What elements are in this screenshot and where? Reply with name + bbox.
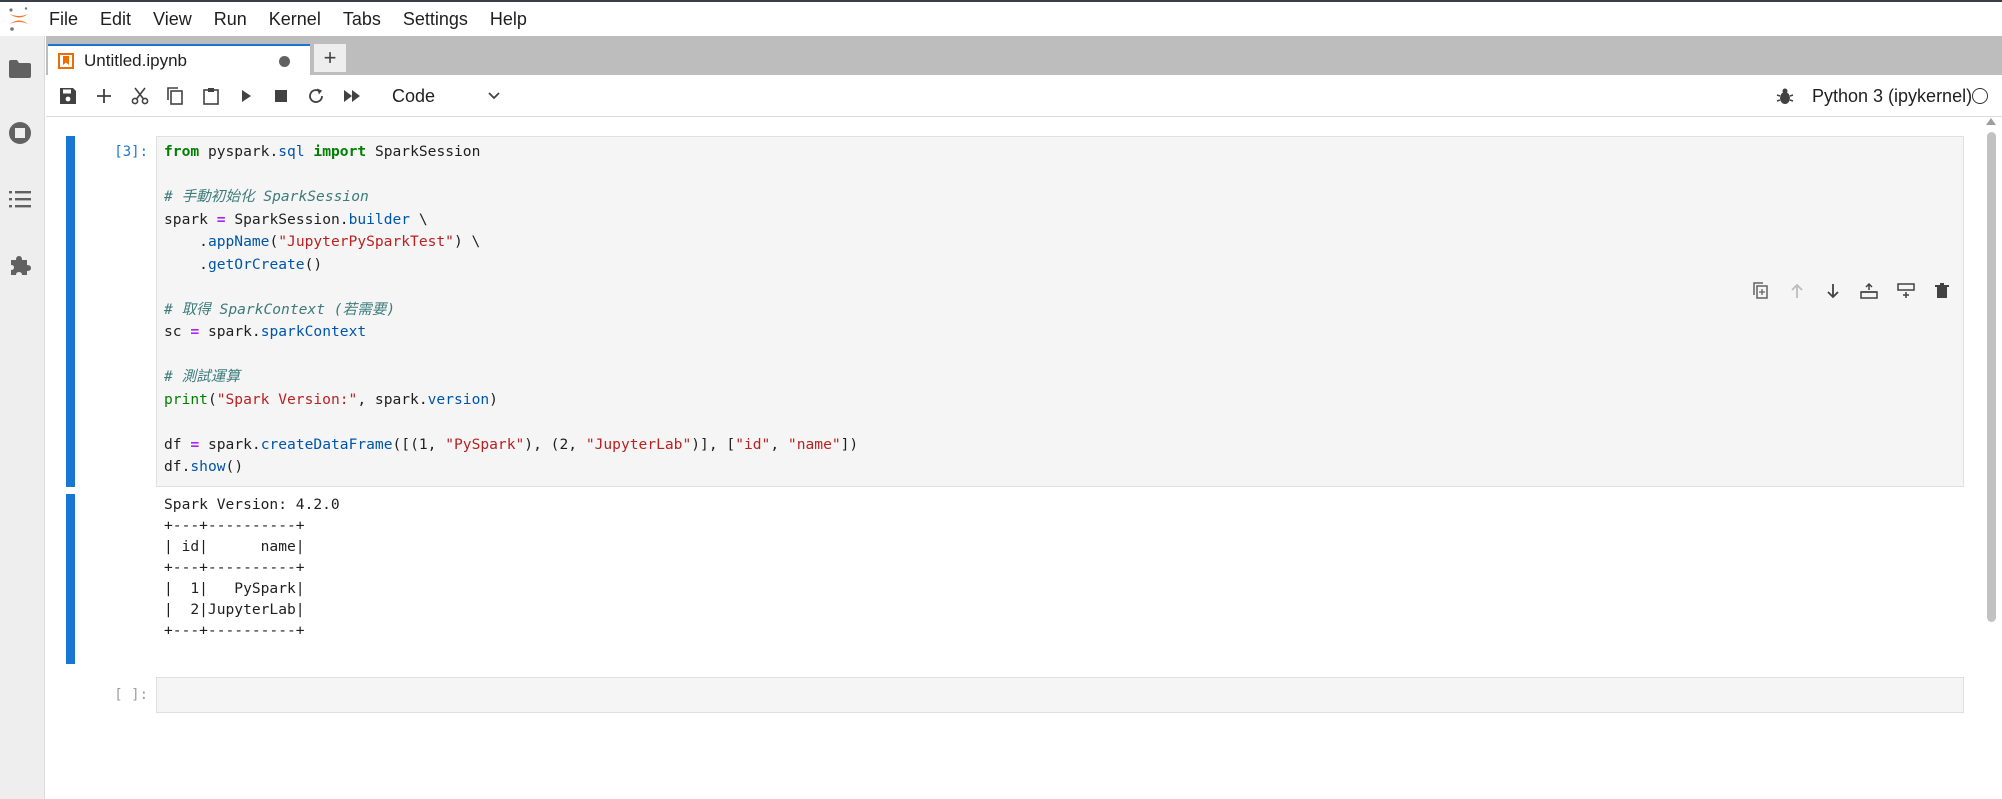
code-line: sc = spark.sparkContext	[164, 323, 367, 340]
menu-file[interactable]: File	[38, 2, 89, 36]
extension-icon[interactable]	[7, 252, 33, 278]
tab-title: Untitled.ipynb	[84, 50, 188, 70]
jupyter-logo-icon	[0, 2, 38, 36]
notebook-icon	[58, 52, 74, 69]
kernel-status-idle-icon	[1972, 88, 1988, 104]
menu-tabs[interactable]: Tabs	[332, 2, 392, 36]
menu-help[interactable]: Help	[479, 2, 538, 36]
tab-bar: Untitled.ipynb +	[46, 36, 2002, 75]
save-button[interactable]	[56, 84, 80, 108]
copy-icon	[167, 87, 183, 105]
code-editor-content[interactable]: from pyspark.sql import SparkSession # 手…	[164, 141, 858, 479]
tab-untitled-notebook[interactable]: Untitled.ipynb	[48, 44, 310, 75]
menu-edit[interactable]: Edit	[89, 2, 142, 36]
run-button[interactable]	[234, 84, 258, 108]
menu-kernel[interactable]: Kernel	[258, 2, 332, 36]
notebook-toolbar: Code Python 3 (ipykernel)	[46, 75, 2002, 117]
code-line: .appName("JupyterPySparkTest") \	[164, 233, 481, 250]
plus-icon	[97, 89, 111, 103]
refresh-icon	[309, 88, 323, 103]
move-up-icon[interactable]	[1786, 280, 1808, 302]
stop-icon	[275, 90, 287, 102]
save-icon	[60, 88, 76, 104]
scroll-up-arrow-icon[interactable]	[1986, 118, 1996, 125]
interrupt-button[interactable]	[269, 84, 293, 108]
running-icon[interactable]	[7, 120, 33, 146]
scrollbar-thumb[interactable]	[1987, 132, 1996, 622]
play-icon	[242, 90, 251, 102]
restart-run-all-button[interactable]	[340, 84, 364, 108]
chevron-down-icon[interactable]	[486, 87, 502, 103]
kernel-name[interactable]: Python 3 (ipykernel)	[1812, 84, 1972, 108]
copy-button[interactable]	[163, 84, 187, 108]
insert-above-icon[interactable]	[1858, 280, 1880, 302]
code-line: # 測試運算	[164, 368, 240, 385]
code-line: from pyspark.sql import SparkSession	[164, 143, 481, 160]
code-line: print("Spark Version:", spark.version)	[164, 390, 498, 408]
code-line: spark = SparkSession.builder \	[164, 210, 428, 228]
duplicate-cell-icon[interactable]	[1750, 280, 1772, 302]
left-sidebar	[0, 36, 45, 799]
empty-code-cell[interactable]	[156, 677, 1964, 713]
scissors-icon	[131, 87, 149, 105]
paste-button[interactable]	[199, 84, 223, 108]
toc-icon[interactable]	[7, 186, 33, 212]
plus-icon: +	[323, 45, 337, 70]
fast-forward-icon	[344, 90, 360, 102]
paste-icon	[203, 88, 219, 105]
move-down-icon[interactable]	[1822, 280, 1844, 302]
empty-cell-prompt: [ ]:	[114, 687, 148, 703]
input-prompt: [3]:	[114, 144, 148, 160]
code-line: df.show()	[164, 458, 244, 475]
debugger-bug-icon[interactable]	[1776, 87, 1796, 107]
new-tab-button[interactable]: +	[314, 44, 346, 72]
insert-cell-button[interactable]	[92, 84, 116, 108]
menu-bar: File Edit View Run Kernel Tabs Settings …	[0, 2, 2002, 36]
code-line: df = spark.createDataFrame([(1, "PySpark…	[164, 435, 859, 453]
delete-cell-icon[interactable]	[1931, 280, 1953, 302]
code-line: .getOrCreate()	[164, 255, 323, 273]
cell-output: Spark Version: 4.2.0 +---+----------+ | …	[164, 496, 340, 639]
restart-button[interactable]	[304, 84, 328, 108]
code-line: # 手動初始化 SparkSession	[164, 188, 369, 205]
insert-below-icon[interactable]	[1895, 280, 1917, 302]
output-collapser[interactable]	[66, 494, 75, 664]
cut-button[interactable]	[128, 84, 152, 108]
menu-run[interactable]: Run	[203, 2, 258, 36]
code-line: # 取得 SparkContext (若需要)	[164, 300, 396, 318]
unsaved-indicator-icon[interactable]	[279, 56, 290, 67]
menu-settings[interactable]: Settings	[392, 2, 479, 36]
folder-icon[interactable]	[7, 56, 33, 82]
menu-view[interactable]: View	[142, 2, 203, 36]
input-collapser[interactable]	[66, 136, 75, 487]
